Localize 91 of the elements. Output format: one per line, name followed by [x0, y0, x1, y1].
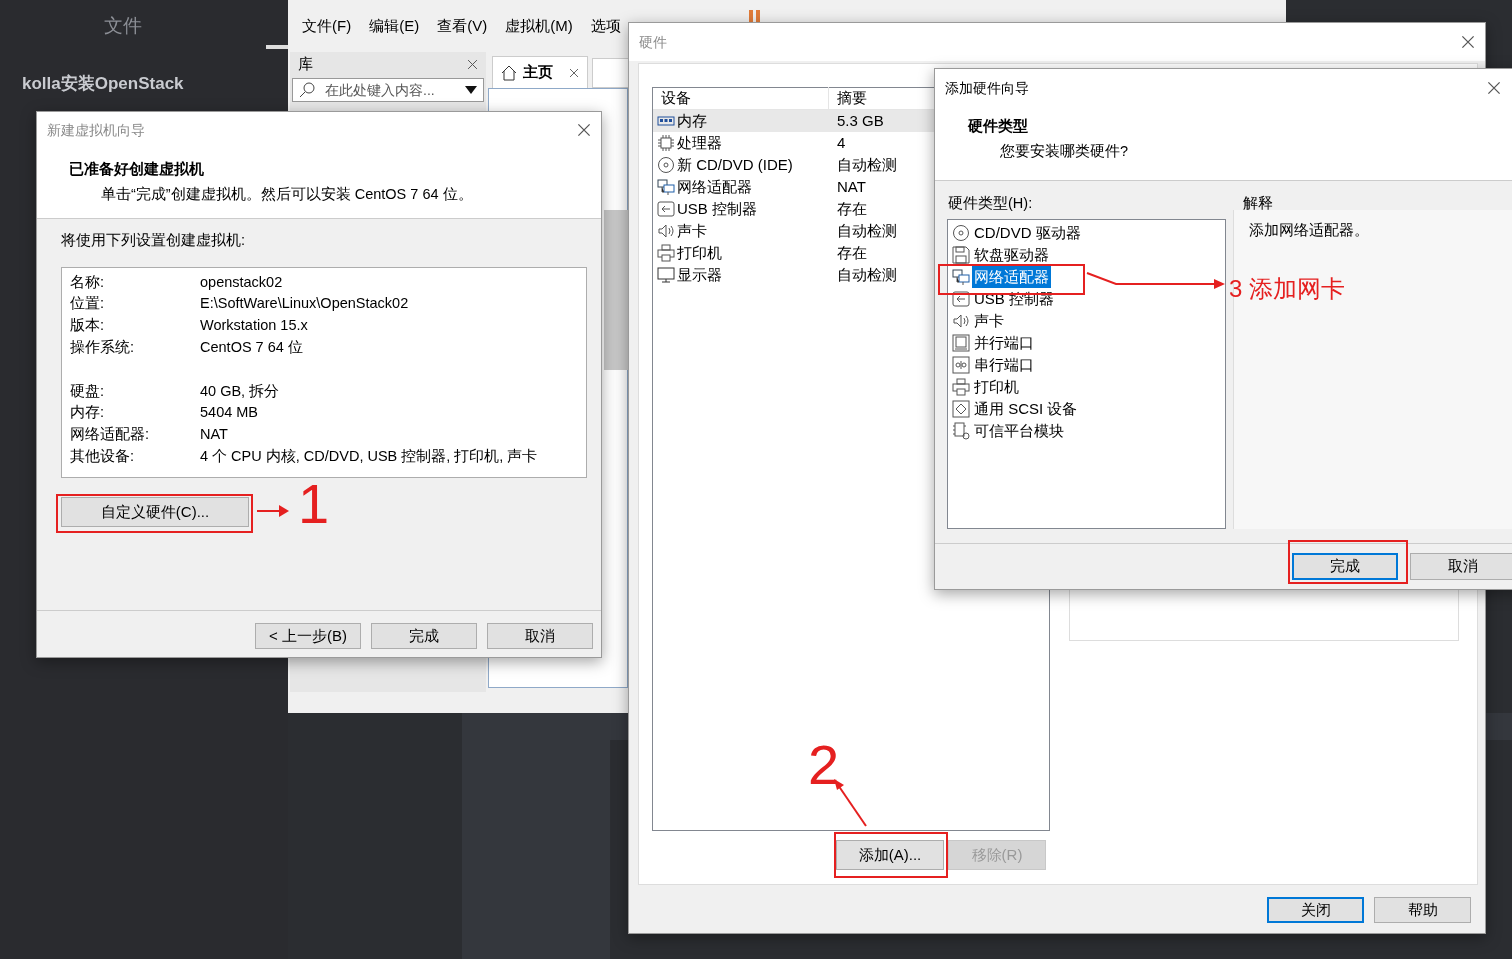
usb-icon: [657, 200, 675, 218]
setting-value: 5404 MB: [200, 403, 259, 423]
usb-icon: [952, 290, 970, 308]
dialog-button[interactable]: < 上一步(B): [255, 623, 361, 649]
setting-value: 4 个 CPU 内核, CD/DVD, USB 控制器, 打印机, 声卡: [200, 446, 538, 466]
dropdown-icon[interactable]: [465, 86, 477, 94]
setting-label: 操作系统:: [70, 337, 136, 357]
setting-label: 网络适配器:: [70, 424, 151, 444]
speaker-icon: [657, 222, 675, 240]
home-icon: [501, 64, 517, 81]
setting-label: 名称:: [70, 272, 106, 292]
customize-button[interactable]: 自定义硬件(C)...: [61, 497, 249, 528]
setting-value: CentOS 7 64 位: [200, 337, 303, 357]
setting-label: 位置:: [70, 294, 106, 314]
dialog-button[interactable]: 取消: [487, 623, 593, 649]
menu-item[interactable]: 查看(V): [437, 15, 488, 38]
printer-icon: [657, 244, 675, 262]
setting-label: 内存:: [70, 403, 106, 423]
device-name: 显示器: [677, 264, 722, 285]
dialog-button[interactable]: 关闭: [1267, 897, 1364, 923]
close-icon[interactable]: [1461, 35, 1475, 49]
monitor-icon: [657, 266, 675, 284]
setting-value: E:\SoftWare\Linux\OpenStack02: [200, 294, 409, 314]
setting-value: openstack02: [200, 272, 283, 292]
arrow: [256, 503, 290, 519]
dialog-button[interactable]: 完成: [1292, 553, 1398, 580]
section-description: 单击“完成”创建虚拟机。然后可以安装 CentOS 7 64 位。: [100, 184, 474, 204]
column-header[interactable]: 设备: [653, 87, 829, 110]
setting-value: Workstation 15.x: [200, 316, 308, 336]
article-title[interactable]: kolla安装OpenStack: [22, 71, 184, 97]
panel-title: 库: [298, 53, 313, 74]
column-header[interactable]: 摘要: [829, 87, 867, 110]
search-field[interactable]: 在此处键入内容...: [292, 78, 484, 102]
port-icon: [952, 334, 970, 352]
tab[interactable]: 主页: [492, 56, 588, 88]
tab-indicator: [266, 45, 288, 49]
device-name: 新 CD/DVD (IDE): [677, 154, 793, 175]
dialog-button[interactable]: 完成: [371, 623, 477, 649]
close-icon[interactable]: [1487, 81, 1501, 95]
explanation-text: 添加网络适配器。: [1249, 221, 1369, 240]
device-summary: 自动检测: [836, 154, 897, 175]
device-name: USB 控制器: [677, 198, 757, 219]
chip-icon: [657, 134, 675, 152]
network-icon: [952, 268, 970, 286]
setting-value: 40 GB, 拆分: [200, 381, 280, 401]
close-icon[interactable]: [467, 58, 478, 70]
device-summary: 5.3 GB: [836, 110, 884, 131]
disc-icon: [657, 156, 675, 174]
floppy-icon: [952, 246, 970, 264]
close-icon[interactable]: [577, 123, 591, 137]
intro-text: 将使用下列设置创建虚拟机:: [60, 231, 247, 250]
chip-icon: [952, 422, 970, 440]
device-summary: 存在: [836, 242, 867, 263]
port-icon: [952, 356, 970, 374]
device-summary: 4: [836, 132, 846, 153]
setting-value: NAT: [200, 424, 228, 444]
window-title: 新建虚拟机向导: [47, 120, 145, 140]
annotation-label: 3 添加网卡: [1229, 277, 1345, 301]
disc-icon: [952, 224, 970, 242]
section-heading: 已准备好创建虚拟机: [69, 159, 205, 179]
device-name: 打印机: [677, 242, 722, 263]
list-button[interactable]: 添加(A)...: [836, 840, 944, 870]
dialog-button[interactable]: 帮助: [1374, 897, 1471, 923]
device-name: 声卡: [677, 220, 707, 241]
device-name: 网络适配器: [677, 176, 752, 197]
device-summary: 自动检测: [836, 264, 897, 285]
sidebar-tab[interactable]: 文件: [0, 12, 246, 41]
menu-item[interactable]: 虚拟机(M): [505, 15, 573, 38]
panel-title: 解释: [1243, 194, 1273, 213]
annotation-number: 1: [298, 476, 330, 532]
device-summary: 存在: [836, 198, 867, 219]
annotation-number: 2: [808, 737, 840, 793]
dialog-button[interactable]: 取消: [1410, 553, 1512, 580]
diamond-icon: [952, 400, 970, 418]
menu-item[interactable]: 编辑(E): [369, 15, 420, 38]
device-summary: NAT: [836, 176, 866, 197]
list-label: 硬件类型(H):: [948, 194, 1033, 213]
menu-item[interactable]: 选项: [590, 15, 621, 38]
device-summary: 自动检测: [836, 220, 897, 241]
device-name: 处理器: [677, 132, 722, 153]
printer-icon: [952, 378, 970, 396]
search-icon: [299, 82, 315, 98]
close-icon[interactable]: [569, 67, 579, 78]
speaker-icon: [952, 312, 970, 330]
network-icon: [657, 178, 675, 196]
setting-label: 其他设备:: [70, 446, 136, 466]
setting-label: 硬盘:: [70, 381, 106, 401]
menu-item[interactable]: 文件(F): [302, 15, 352, 38]
window-title: 硬件: [639, 32, 667, 52]
setting-label: 版本:: [70, 316, 106, 336]
device-name: 内存: [677, 110, 707, 131]
